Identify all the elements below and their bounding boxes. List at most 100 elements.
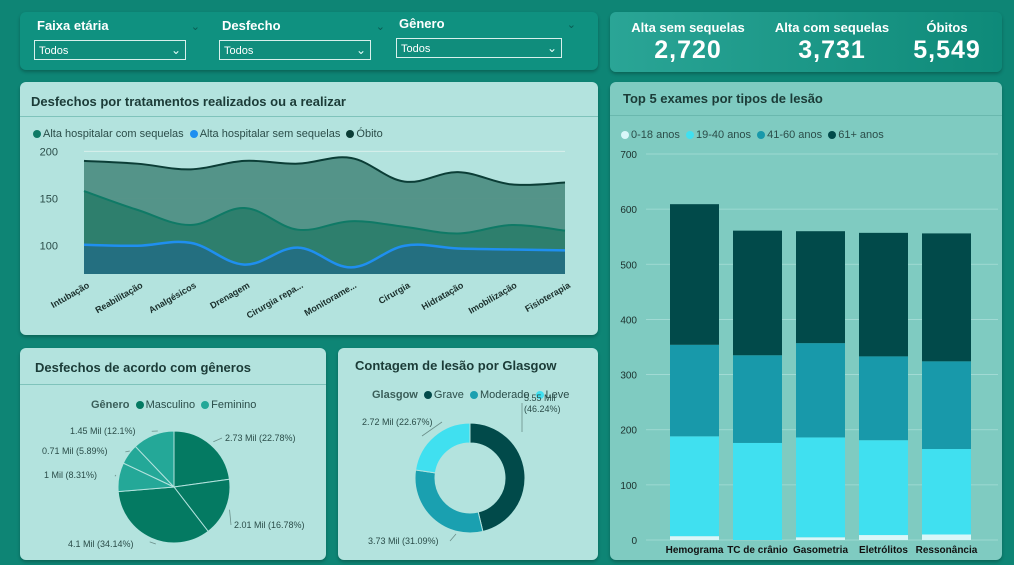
kpi-obitos: Óbitos 5,549 (906, 20, 988, 65)
filter-label: Gênero (399, 16, 445, 31)
leader-line (229, 509, 232, 526)
gender-pie-chart: 2.73 Mil (22.78%) 2.01 Mil (16.78%) 4.1 Mi… (42, 426, 305, 549)
chevron-down-icon: ⌄ (546, 41, 557, 55)
donut-slice (414, 469, 484, 534)
y-tick-label: 150 (40, 194, 58, 206)
y-tick-label: 700 (620, 150, 637, 161)
x-tick-label: Hidratação (420, 280, 466, 312)
bar-segment-61plus-anos (922, 233, 971, 362)
filters-panel: Faixa etária ⌄ Todos ⌄ Desfecho ⌄ Todos … (20, 12, 598, 70)
data-label: 0.71 Mil (5.89%) (42, 446, 108, 456)
filter-faixa-etaria: Faixa etária ⌄ Todos ⌄ (34, 16, 200, 60)
chevron-down-icon: ⌄ (355, 43, 366, 57)
kpi-alta-sem-sequelas: Alta sem sequelas 2,720 (626, 20, 750, 65)
bar-segment-41-60-anos (670, 344, 719, 437)
x-tick-label: Hemograma (666, 545, 724, 556)
y-tick-label: 0 (631, 536, 637, 547)
x-tick-label: TC de crânio (727, 545, 788, 556)
kpi-panel: Alta sem sequelas 2,720 Alta com sequela… (610, 12, 1002, 72)
x-tick-label: Fisioterapia (523, 280, 573, 314)
exams-bar-card: Top 5 exames por tipos de lesão 0-18 ano… (610, 82, 1002, 560)
leader-line (149, 541, 156, 545)
bar-segment-61plus-anos (859, 232, 908, 357)
kpi-label: Alta sem sequelas (631, 20, 745, 35)
bar-segment-0-18-anos (922, 534, 971, 540)
chevron-down-icon[interactable]: ⌄ (376, 20, 385, 33)
data-label: 3.73 Mil (31.09%) (368, 536, 439, 546)
bar-segment-19-40-anos (922, 449, 971, 535)
y-tick-label: 400 (620, 315, 637, 326)
chevron-down-icon: ⌄ (170, 43, 181, 57)
y-tick-label: 100 (40, 241, 58, 253)
x-tick-label: Drenagem (208, 280, 251, 311)
glasgow-donut-card: Contagem de lesão por Glasgow Glasgow Gr… (338, 348, 598, 560)
dropdown-value: Todos (39, 45, 69, 57)
bar-segment-19-40-anos (733, 442, 782, 540)
bar-segment-41-60-anos (733, 355, 782, 443)
bar-segment-0-18-anos (796, 537, 845, 540)
bar-segment-41-60-anos (796, 343, 845, 438)
x-tick-label: Cirurgia (377, 280, 413, 306)
area-chart: 100 150 200 Intubação Reabilitação Analgésico… (40, 146, 573, 320)
exams-stacked-bar-chart: 0 100 200 300 400 500 600 700 Hemograma TC de crâ… (620, 150, 998, 556)
area-chart-card: Desfechos por tratamentos realizados ou … (20, 82, 598, 335)
x-tick-label: Intubação (49, 280, 91, 310)
x-tick-label: Eletrólitos (859, 545, 908, 556)
donut-slice (415, 422, 471, 474)
data-label: 5.55 Mil (46.24%) (524, 393, 561, 414)
x-tick-label: Imobilização (467, 280, 519, 316)
y-tick-label: 200 (620, 426, 637, 437)
leader-line (125, 450, 130, 453)
faixa-etaria-dropdown[interactable]: Todos ⌄ (34, 40, 186, 60)
genero-dropdown[interactable]: Todos ⌄ (396, 38, 562, 58)
bar-segment-61plus-anos (796, 231, 845, 344)
data-label: 2.72 Mil (22.67%) (362, 417, 433, 427)
kpi-value: 3,731 (798, 36, 866, 64)
chevron-down-icon[interactable]: ⌄ (567, 18, 576, 31)
data-label: 1 Mil (8.31%) (44, 470, 97, 480)
bar-segment-41-60-anos (922, 361, 971, 450)
bar-segment-0-18-anos (670, 536, 719, 540)
bar-segment-19-40-anos (859, 440, 908, 536)
x-tick-label: Monitorame... (303, 280, 359, 318)
bar-segment-41-60-anos (859, 356, 908, 441)
bar-segment-0-18-anos (859, 535, 908, 540)
data-label: 2.01 Mil (16.78%) (234, 520, 305, 530)
x-tick-label: Gasometria (793, 545, 848, 556)
pie-slice (173, 430, 231, 488)
x-tick-label: Cirurgia repa... (245, 280, 305, 320)
kpi-value: 5,549 (913, 36, 981, 64)
y-tick-label: 600 (620, 205, 637, 216)
leader-line (449, 533, 457, 542)
kpi-value: 2,720 (654, 36, 722, 64)
gender-pie-card: Desfechos de acordo com gêneros Gênero M… (20, 348, 326, 560)
filter-label: Desfecho (222, 18, 281, 33)
x-tick-label: Analgésicos (147, 280, 198, 315)
x-tick-label: Reabilitação (94, 280, 145, 315)
bar-segment-19-40-anos (670, 436, 719, 537)
chevron-down-icon[interactable]: ⌄ (191, 20, 200, 33)
dropdown-value: Todos (224, 45, 254, 57)
y-tick-label: 100 (620, 481, 637, 492)
x-tick-label: Ressonância (916, 545, 978, 556)
y-tick-label: 300 (620, 371, 637, 382)
glasgow-donut-chart: 5.55 Mil (46.24%) 3.73 Mil (31.09%) 2.72 Mi… (362, 393, 561, 546)
filter-desfecho: Desfecho ⌄ Todos ⌄ (219, 16, 385, 60)
data-label: 2.73 Mil (22.78%) (225, 433, 296, 443)
dropdown-value: Todos (401, 43, 431, 55)
leader-line (213, 437, 223, 443)
filter-genero: Gênero ⌄ Todos ⌄ (396, 14, 576, 58)
bar-segment-61plus-anos (670, 204, 719, 345)
kpi-label: Óbitos (926, 20, 968, 35)
filter-label: Faixa etária (37, 18, 109, 33)
data-label: 4.1 Mil (34.14%) (68, 539, 134, 549)
bar-segment-19-40-anos (796, 437, 845, 538)
kpi-label: Alta com sequelas (774, 20, 890, 35)
kpi-alta-com-sequelas: Alta com sequelas 3,731 (770, 20, 894, 65)
leader-line (114, 474, 117, 477)
y-tick-label: 500 (620, 260, 637, 271)
desfecho-dropdown[interactable]: Todos ⌄ (219, 40, 371, 60)
data-label: 1.45 Mil (12.1%) (70, 426, 136, 436)
y-tick-label: 200 (40, 146, 58, 158)
bar-segment-61plus-anos (733, 230, 782, 356)
